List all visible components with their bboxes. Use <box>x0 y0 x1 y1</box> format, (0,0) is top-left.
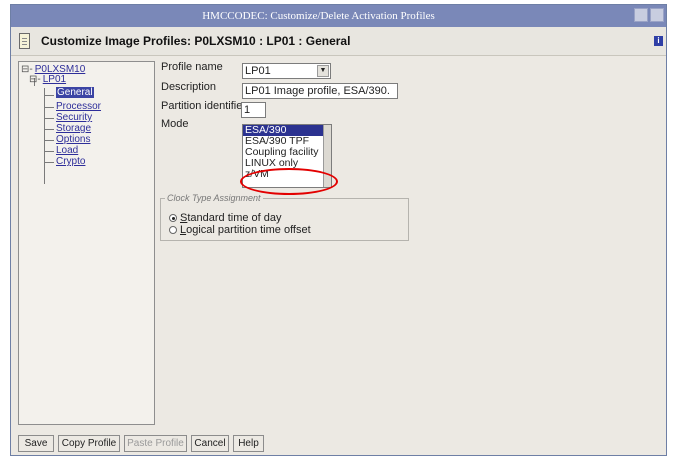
page-title: Customize Image Profiles: P0LXSM10 : LP0… <box>41 34 351 48</box>
tree-item-label[interactable]: Crypto <box>56 156 85 167</box>
description-value: LP01 Image profile, ESA/390. <box>245 85 390 97</box>
partition-id-field[interactable]: 1 <box>241 102 266 118</box>
profile-name-label: Profile name <box>161 61 223 73</box>
mode-label: Mode <box>161 118 189 130</box>
highlight-annotation <box>240 168 338 195</box>
tree-item-storage[interactable]: Storage <box>56 123 91 134</box>
profile-name-value: LP01 <box>245 65 271 77</box>
tree-item-crypto[interactable]: Crypto <box>56 156 85 167</box>
title-bar[interactable]: HMCCODEC: Customize/Delete Activation Pr… <box>11 5 666 27</box>
profile-tree: ⊟- P0LXSM10 ⊟- LP01 General Processor Secu… <box>18 61 155 425</box>
maximize-button[interactable] <box>650 8 664 22</box>
copy-profile-button[interactable]: Copy Profile <box>58 435 120 452</box>
paste-profile-button[interactable]: Paste Profile <box>124 435 187 452</box>
tree-node-partition[interactable]: ⊟- LP01 <box>29 74 66 85</box>
tree-item-label[interactable]: Processor <box>56 101 101 112</box>
partition-id-value: 1 <box>244 104 251 116</box>
tree-item-label[interactable]: Options <box>56 134 90 145</box>
tree-item-label[interactable]: General <box>56 87 94 98</box>
tree-item-security[interactable]: Security <box>56 112 92 123</box>
chevron-down-icon[interactable]: ▼ <box>317 65 329 77</box>
tree-item-label[interactable]: Storage <box>56 123 91 134</box>
info-icon[interactable]: i <box>654 36 663 46</box>
tree-item-general[interactable]: General <box>56 87 94 98</box>
page-header: Customize Image Profiles: P0LXSM10 : LP0… <box>11 27 666 56</box>
window-title: HMCCODEC: Customize/Delete Activation Pr… <box>202 10 435 22</box>
tree-item-label[interactable]: Load <box>56 145 78 156</box>
profile-name-combo[interactable]: LP01 ▼ <box>242 63 331 79</box>
tree-item-processor[interactable]: Processor <box>56 101 101 112</box>
description-field[interactable]: LP01 Image profile, ESA/390. <box>242 83 398 99</box>
cancel-button[interactable]: Cancel <box>191 435 229 452</box>
tree-partition-label[interactable]: LP01 <box>43 74 66 85</box>
help-button[interactable]: Help <box>233 435 264 452</box>
radio-standard-time[interactable]: Standard time of day <box>169 212 282 224</box>
profiles-window: HMCCODEC: Customize/Delete Activation Pr… <box>10 4 667 456</box>
tree-item-load[interactable]: Load <box>56 145 78 156</box>
radio-unselected-icon[interactable] <box>169 226 177 234</box>
radio-selected-icon[interactable] <box>169 214 177 222</box>
radio-lpar-offset[interactable]: Logical partition time offset <box>169 224 311 236</box>
tree-item-options[interactable]: Options <box>56 134 90 145</box>
document-icon <box>19 33 30 49</box>
collapse-toggle-icon[interactable]: ⊟- <box>29 74 41 85</box>
minimize-button[interactable] <box>634 8 648 22</box>
description-label: Description <box>161 81 217 93</box>
tree-item-label[interactable]: Security <box>56 112 92 123</box>
clock-group-label: Clock Type Assignment <box>165 193 263 203</box>
radio-standard-time-label: Standard time of day <box>180 212 282 224</box>
save-button[interactable]: Save <box>18 435 54 452</box>
radio-lpar-offset-label: Logical partition time offset <box>180 224 311 236</box>
partition-id-label: Partition identifier <box>161 100 246 112</box>
